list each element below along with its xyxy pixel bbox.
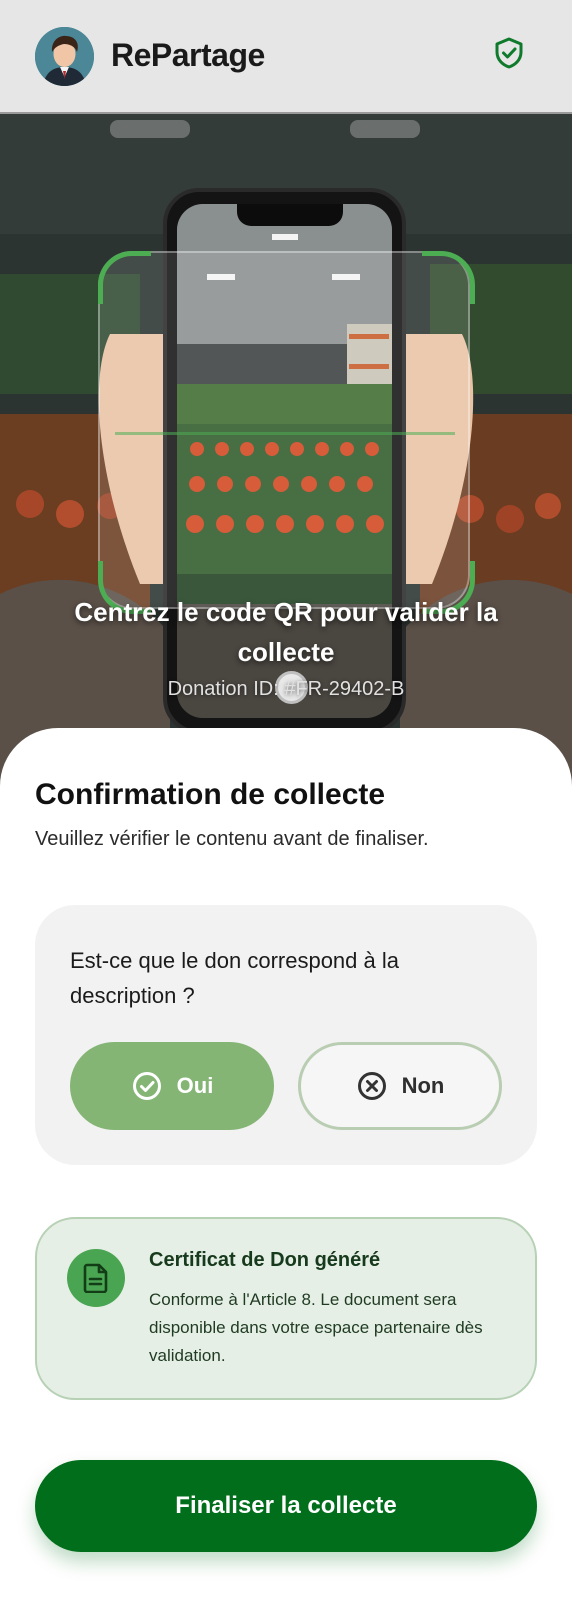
question-card: Est-ce que le don correspond à la descri… xyxy=(35,905,537,1165)
certificate-card: Certificat de Don généré Conforme à l'Ar… xyxy=(35,1217,537,1400)
x-circle-icon xyxy=(357,1072,386,1100)
sheet-title: Confirmation de collecte xyxy=(35,778,386,811)
finalize-button[interactable]: Finaliser la collecte xyxy=(35,1460,537,1552)
no-button-label: Non xyxy=(401,1073,445,1098)
check-circle-icon xyxy=(132,1072,161,1100)
yes-button[interactable]: Oui xyxy=(70,1042,274,1130)
certificate-title: Certificat de Don généré xyxy=(149,1249,381,1271)
no-button[interactable]: Non xyxy=(298,1042,502,1130)
sheet-subtitle: Veuillez vérifier le contenu avant de fi… xyxy=(35,828,429,850)
app-header: RePartage xyxy=(0,0,572,114)
phone-notch xyxy=(237,204,343,226)
scan-line xyxy=(115,432,455,435)
qr-scanner-view[interactable]: Centrez le code QR pour valider la colle… xyxy=(0,114,572,794)
shield-check-icon[interactable] xyxy=(494,37,524,69)
question-text: Est-ce que le don correspond à la descri… xyxy=(70,948,399,1008)
app-title: RePartage xyxy=(111,37,265,73)
document-icon xyxy=(67,1249,125,1307)
qr-scan-frame xyxy=(98,251,470,609)
confirmation-sheet: Confirmation de collecte Veuillez vérifi… xyxy=(0,728,572,1600)
user-avatar[interactable] xyxy=(35,27,94,86)
yes-button-label: Oui xyxy=(176,1073,214,1098)
scan-instruction: Centrez le code QR pour valider la colle… xyxy=(74,597,498,667)
donation-id: Donation ID: #FR-29402-B xyxy=(167,678,405,700)
certificate-text: Conforme à l'Article 8. Le document sera… xyxy=(149,1290,483,1365)
